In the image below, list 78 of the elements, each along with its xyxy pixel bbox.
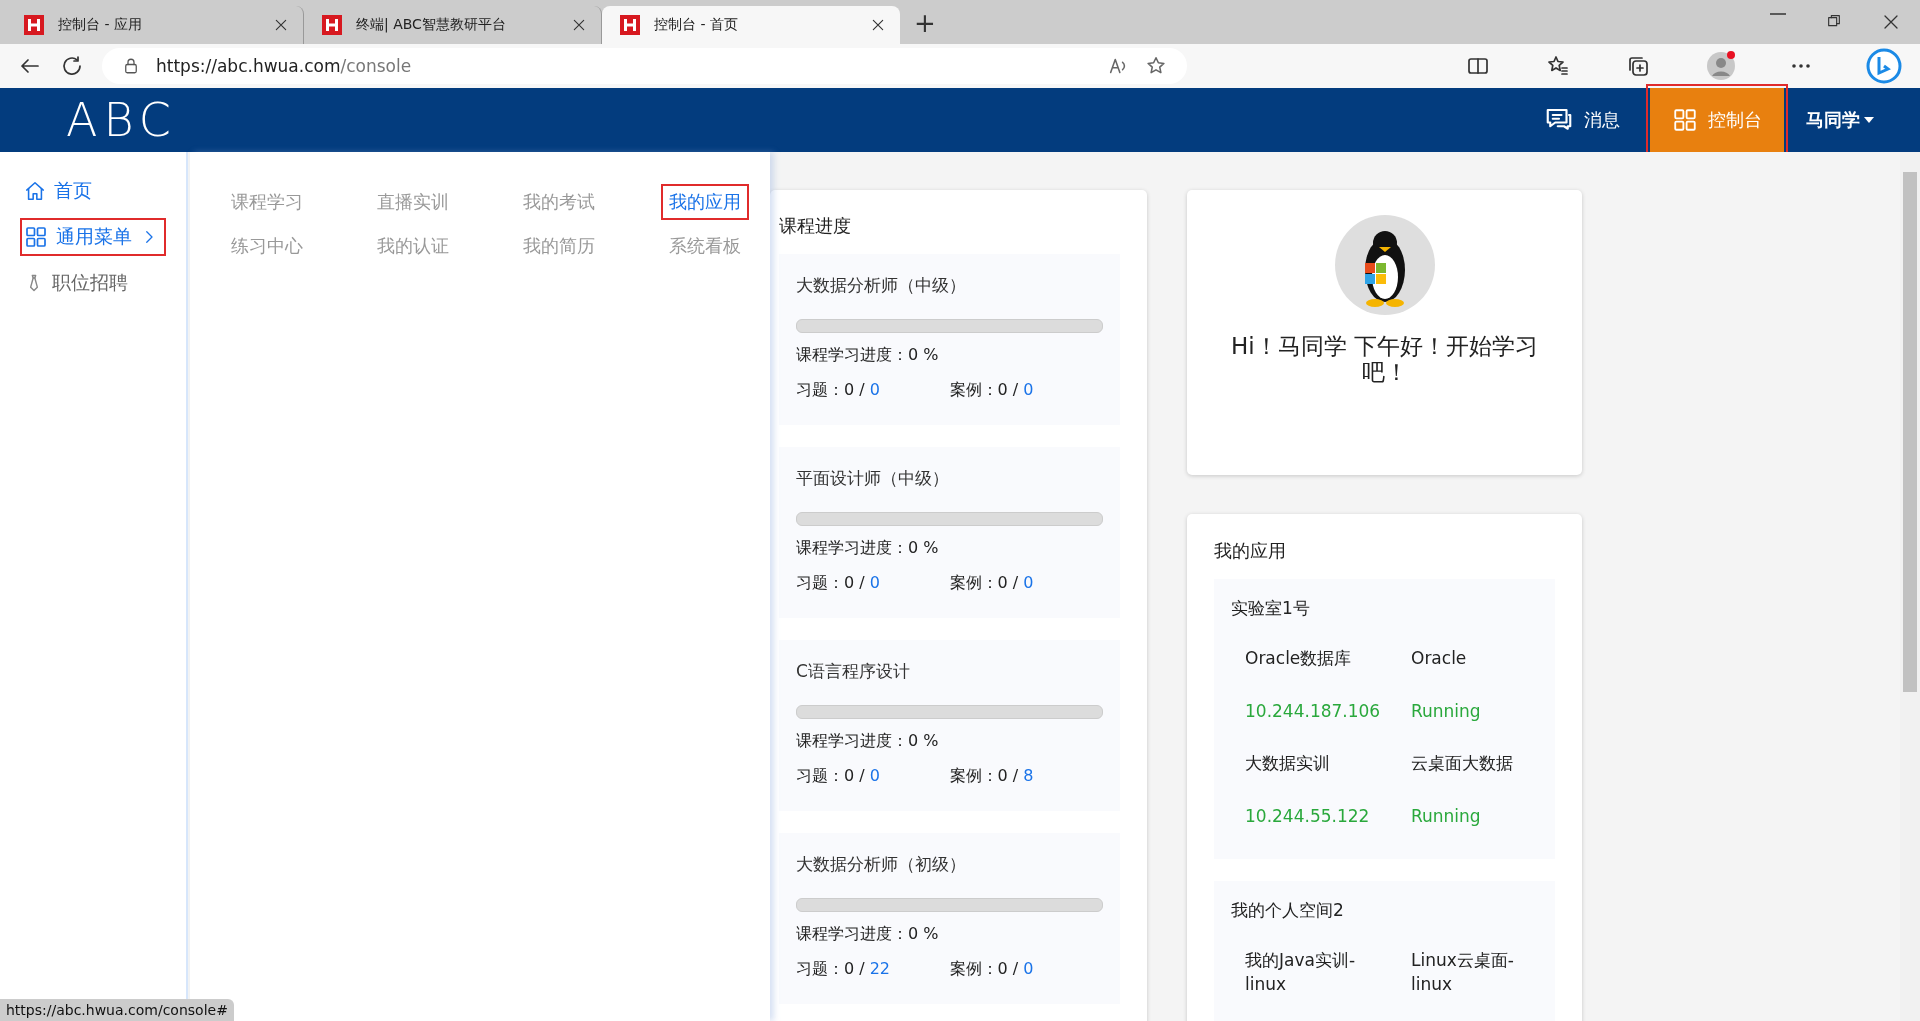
greeting-text: Hi！马同学 下午好！开始学习吧！ bbox=[1230, 333, 1539, 386]
app-type: 云桌面大数据 bbox=[1411, 752, 1514, 776]
progress-text: 课程学习进度：0 % bbox=[796, 924, 940, 945]
reload-icon bbox=[60, 54, 84, 78]
course-title: 大数据分析师（中级） bbox=[796, 274, 967, 297]
case-total-link[interactable]: 0 bbox=[1023, 959, 1034, 980]
url-host: https://abc.hwua.com bbox=[156, 56, 341, 76]
menu-item[interactable]: 我的应用 bbox=[663, 186, 747, 218]
app-name[interactable]: 大数据实训 bbox=[1245, 751, 1365, 776]
case-total-link[interactable]: 8 bbox=[1023, 766, 1034, 787]
exercise-total-link[interactable]: 0 bbox=[869, 573, 880, 594]
browser-tab[interactable]: 控制台 - 首页 bbox=[602, 6, 900, 44]
favorites-icon bbox=[1546, 54, 1570, 78]
case-total-link[interactable]: 0 bbox=[1023, 573, 1034, 594]
app-status: Running bbox=[1411, 699, 1482, 723]
card-title: 课程进度 bbox=[779, 214, 852, 238]
card-title: 我的应用 bbox=[1214, 539, 1287, 563]
group-title: 实验室1号 bbox=[1231, 597, 1311, 620]
app-status: Running bbox=[1411, 804, 1482, 828]
menu-item[interactable]: 直播实训 bbox=[371, 186, 455, 218]
more-icon[interactable] bbox=[1792, 64, 1810, 68]
nav-button[interactable]: 消息 bbox=[1522, 88, 1642, 152]
profile-avatar-icon[interactable] bbox=[1706, 51, 1736, 81]
home-icon bbox=[24, 180, 46, 202]
logo[interactable]: ABC bbox=[66, 93, 177, 147]
grid-icon bbox=[1672, 107, 1698, 133]
close-icon bbox=[273, 17, 289, 33]
progress-text: 课程学习进度：0 % bbox=[796, 538, 940, 559]
course-title: 大数据分析师（初级） bbox=[796, 853, 967, 876]
menu-item[interactable]: 系统看板 bbox=[663, 230, 747, 262]
grid-icon bbox=[24, 225, 48, 249]
new-tab-button[interactable]: + bbox=[914, 8, 936, 38]
exercise-count: 习题：0 / bbox=[796, 573, 865, 594]
url-path: /console bbox=[340, 56, 412, 76]
app-type: Oracle bbox=[1411, 647, 1468, 670]
menu-item[interactable]: 我的简历 bbox=[517, 230, 601, 262]
app-name[interactable]: Oracle数据库 bbox=[1245, 646, 1365, 671]
sidebar-item[interactable]: 职位招聘 bbox=[22, 266, 134, 300]
app-name[interactable]: 我的Java实训-linux bbox=[1245, 947, 1365, 997]
site-logo-icon bbox=[322, 15, 342, 35]
status-url-tooltip: https://abc.hwua.com/console# bbox=[0, 999, 234, 1021]
restore-icon bbox=[1826, 13, 1842, 29]
case-count: 案例：0 / bbox=[949, 959, 1019, 980]
progress-text: 课程学习进度：0 % bbox=[796, 345, 940, 366]
app-ip-address: 10.244.187.106 bbox=[1245, 699, 1382, 723]
case-total-link[interactable]: 0 bbox=[1023, 380, 1034, 401]
case-count: 案例：0 / bbox=[949, 380, 1019, 401]
exercise-total-link[interactable]: 22 bbox=[869, 959, 890, 980]
menu-item[interactable]: 我的认证 bbox=[371, 230, 455, 262]
close-icon bbox=[571, 17, 587, 33]
group-title: 我的个人空间2 bbox=[1231, 898, 1345, 922]
menu-item[interactable]: 课程学习 bbox=[225, 186, 309, 218]
menu-item[interactable]: 我的考试 bbox=[517, 186, 601, 218]
close-icon bbox=[870, 17, 886, 33]
sidebar-item[interactable]: 通用菜单 bbox=[22, 220, 164, 254]
case-count: 案例：0 / bbox=[949, 573, 1019, 594]
collections-icon bbox=[1626, 54, 1650, 78]
exercise-count: 习题：0 / bbox=[796, 959, 865, 980]
course-title: 平面设计师（中级） bbox=[796, 467, 950, 490]
sidebar-item[interactable]: 首页 bbox=[22, 174, 98, 208]
address-bar[interactable]: https://abc.hwua.com/console bbox=[102, 48, 1187, 84]
user-menu-button[interactable]: 马同学 bbox=[1800, 107, 1880, 133]
chat-bubble-logo-icon[interactable] bbox=[1866, 48, 1902, 84]
menu-item[interactable]: 练习中心 bbox=[225, 230, 309, 262]
progress-text: 课程学习进度：0 % bbox=[796, 731, 940, 752]
lock-icon bbox=[122, 57, 140, 75]
exercise-count: 习题：0 / bbox=[796, 380, 865, 401]
app-ip-address: 10.244.55.122 bbox=[1245, 804, 1371, 828]
course-title: C语言程序设计 bbox=[796, 660, 911, 683]
site-logo-icon bbox=[24, 15, 44, 35]
app-type: Linux云桌面-linux bbox=[1411, 948, 1515, 997]
site-logo-icon bbox=[620, 15, 640, 35]
exercise-total-link[interactable]: 0 bbox=[869, 380, 880, 401]
case-count: 案例：0 / bbox=[949, 766, 1019, 787]
close-icon bbox=[1882, 13, 1900, 31]
exercise-count: 习题：0 / bbox=[796, 766, 865, 787]
exercise-total-link[interactable]: 0 bbox=[869, 766, 880, 787]
caret-icon bbox=[1864, 117, 1874, 123]
